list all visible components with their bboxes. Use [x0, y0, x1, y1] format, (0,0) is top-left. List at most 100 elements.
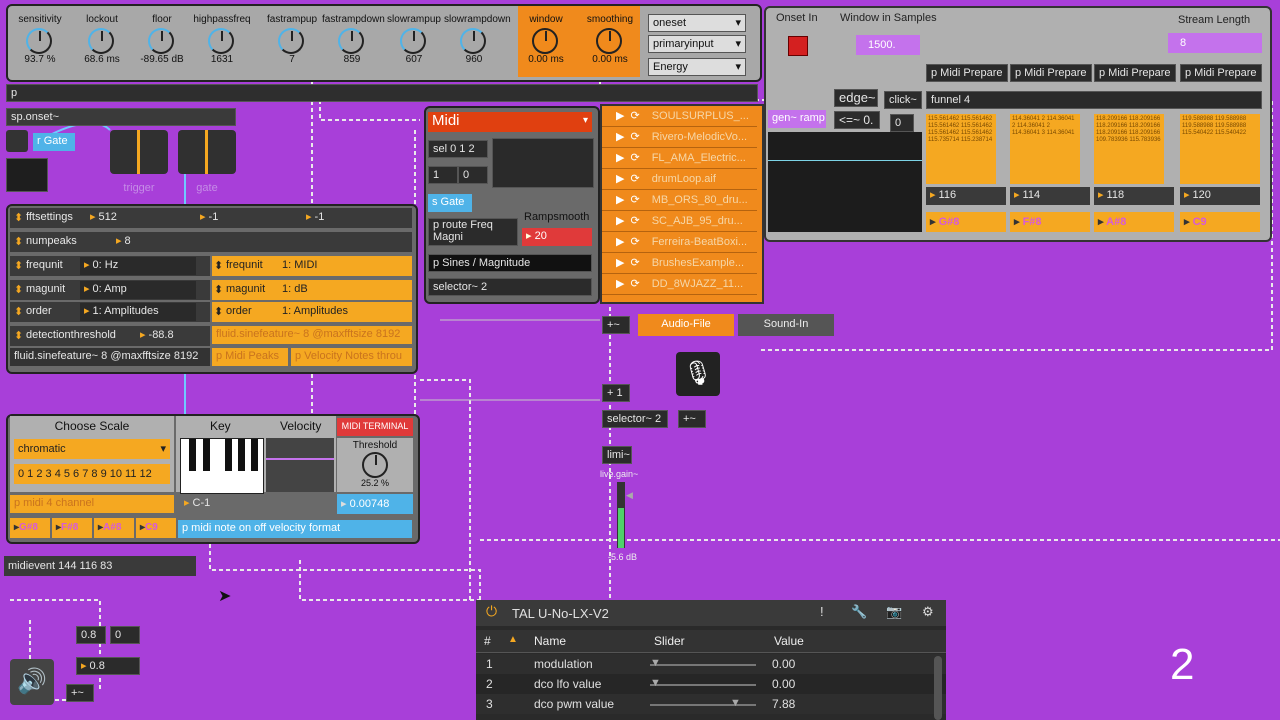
energy-menu[interactable]: Energy ▾ — [648, 58, 746, 76]
clip-row[interactable]: ▶ ⟳ BrushesExample... — [602, 253, 757, 274]
p-route-object[interactable]: p route Freq Magni — [428, 218, 518, 246]
toggle-button[interactable] — [6, 130, 28, 152]
param-dial-8[interactable] — [532, 28, 558, 54]
scale-note-2[interactable]: ▸A#8 — [94, 518, 134, 538]
p-sines-object[interactable]: p Sines / Magnitude — [428, 254, 592, 272]
midievent-message[interactable]: midievent 144 116 83 — [4, 556, 196, 576]
plus-one-object[interactable]: + 1 — [602, 384, 630, 402]
stream-length-number[interactable]: 8 — [1168, 33, 1262, 53]
param-dial-9[interactable] — [596, 28, 622, 54]
audio-file-button[interactable]: Audio-File — [638, 314, 734, 336]
rampsmooth-number[interactable]: ▸ 20 — [522, 228, 592, 246]
fluid-value2-magunit[interactable]: 1: dB — [278, 281, 408, 299]
p-midi-prepare-0[interactable]: p Midi Prepare — [926, 64, 1008, 82]
fluid-value-frequnit[interactable]: 0: Hz — [80, 257, 196, 275]
midi-number-0[interactable]: 116 — [926, 187, 1006, 205]
scale-degrees[interactable]: 0 1 2 3 4 5 6 7 8 9 10 11 12 — [14, 464, 170, 484]
scale-note-1[interactable]: ▸F#8 — [52, 518, 92, 538]
fluid-value-numpeaks[interactable]: 8 — [112, 233, 212, 251]
param-dial-1[interactable] — [88, 28, 114, 54]
s-gate-object[interactable]: s Gate — [428, 194, 472, 212]
selector-object[interactable]: selector~ 2 — [428, 278, 592, 296]
note-3[interactable]: ▸ C9 — [1180, 212, 1260, 232]
param-dial-0[interactable] — [26, 28, 52, 54]
fluid-value3-fft[interactable]: -1 — [302, 209, 402, 227]
threshold-dial[interactable] — [362, 452, 388, 478]
p-midi-prepare-3[interactable]: p Midi Prepare — [1180, 64, 1262, 82]
param-dial-4[interactable] — [278, 28, 304, 54]
midi-number-3[interactable]: 120 — [1180, 187, 1260, 205]
p-midi-note-object[interactable]: p midi note on off velocity format — [178, 520, 412, 538]
fluid-value2-order[interactable]: 1: Amplitudes — [278, 303, 408, 321]
sponset-object[interactable]: sp.onset~ — [6, 108, 236, 126]
midi-number-2[interactable]: 118 — [1094, 187, 1174, 205]
clip-row[interactable]: ▶ ⟳ FL_AMA_Electric... — [602, 148, 757, 169]
param-dial-3[interactable] — [208, 28, 234, 54]
number-zero[interactable]: 0 — [458, 166, 488, 184]
microphone-icon[interactable]: 🎙 — [676, 352, 720, 396]
settings-icon[interactable]: ⚙ — [922, 604, 934, 620]
param-dial-5[interactable] — [338, 28, 364, 54]
fluid-value-order[interactable]: 1: Amplitudes — [80, 303, 196, 321]
clip-row[interactable]: ▶ ⟳ SOULSURPLUS_... — [602, 106, 757, 127]
col-num[interactable]: # — [484, 634, 491, 648]
p-midi-prepare-1[interactable]: p Midi Prepare — [1010, 64, 1092, 82]
col-value[interactable]: Value — [774, 634, 804, 648]
sinefeature-object-a[interactable]: fluid.sinefeature~ 8 @maxfftsize 8192 — [10, 348, 210, 366]
gen-ramp-object[interactable]: gen~ ramp — [768, 110, 826, 128]
clip-row[interactable]: ▶ ⟳ DD_8WJAZZ_11... — [602, 274, 757, 295]
edge-object[interactable]: edge~ — [834, 89, 878, 107]
r-gate-object[interactable]: r Gate — [33, 133, 75, 151]
midi-number-1[interactable]: 114 — [1010, 187, 1090, 205]
fluid-value2-fft[interactable]: -1 — [196, 209, 296, 227]
note-1[interactable]: ▸ F#8 — [1010, 212, 1090, 232]
funnel-object[interactable]: funnel 4 — [926, 91, 1262, 109]
number-one[interactable]: 1 — [428, 166, 458, 184]
primaryinput-menu[interactable]: primaryinput ▾ — [648, 35, 746, 53]
plus-signal-object[interactable]: +~ — [602, 316, 630, 334]
selector-object-b[interactable]: selector~ 2 — [602, 410, 668, 428]
sinefeature-object-b[interactable]: fluid.sinefeature~ 8 @maxfftsize 8192 — [212, 326, 412, 344]
plugin-slider-track[interactable] — [650, 664, 756, 666]
camera-icon[interactable]: 📷 — [886, 604, 902, 620]
clip-row[interactable]: ▶ ⟳ SC_AJB_95_dru... — [602, 211, 757, 232]
onset-led[interactable] — [788, 36, 808, 56]
plus-signal-object-b[interactable]: +~ — [678, 410, 706, 428]
c-minus-1-number[interactable]: C-1 — [180, 495, 334, 513]
wrench-icon[interactable]: 🔧 — [851, 604, 867, 620]
param-dial-2[interactable] — [148, 28, 174, 54]
plugin-slider-knob-icon[interactable]: ▼ — [650, 657, 661, 669]
alert-icon[interactable]: ! — [820, 604, 824, 619]
plugin-slider-knob-icon[interactable]: ▼ — [650, 677, 661, 689]
sound-in-button[interactable]: Sound-In — [738, 314, 834, 336]
note-0[interactable]: ▸ G#8 — [926, 212, 1006, 232]
col-slider[interactable]: Slider — [654, 634, 685, 648]
p-velocity-object[interactable]: p Velocity Notes throu — [291, 348, 412, 366]
p-midi-peaks-object[interactable]: p Midi Peaks — [212, 348, 288, 366]
plus-signal-object-c[interactable]: +~ — [66, 684, 94, 702]
number-08-a[interactable]: 0.8 — [76, 626, 106, 644]
param-dial-6[interactable] — [400, 28, 426, 54]
oneset-menu[interactable]: oneset ▾ — [648, 14, 746, 32]
fluid-value-detectionthreshold[interactable]: -88.8 — [136, 327, 208, 345]
number-08-b[interactable]: 0.8 — [76, 657, 140, 675]
scale-note-3[interactable]: ▸C9 — [136, 518, 176, 538]
p-midi-4-channel-object[interactable]: p midi 4 channel — [10, 495, 174, 513]
note-2[interactable]: ▸ A#8 — [1094, 212, 1174, 232]
plugin-scrollbar[interactable] — [934, 656, 942, 720]
limi-object[interactable]: limi~ — [602, 446, 632, 464]
clip-row[interactable]: ▶ ⟳ drumLoop.aif — [602, 169, 757, 190]
midi-terminal-button[interactable]: MIDI TERMINAL — [337, 418, 413, 436]
clip-row[interactable]: ▶ ⟳ Rivero-MelodicVo... — [602, 127, 757, 148]
p-object[interactable]: p — [6, 84, 758, 102]
clip-row[interactable]: ▶ ⟳ Ferreira-BeatBoxi... — [602, 232, 757, 253]
param-dial-7[interactable] — [460, 28, 486, 54]
sel-012-object[interactable]: sel 0 1 2 — [428, 140, 488, 158]
zero-number[interactable]: 0 — [890, 114, 914, 132]
scale-note-0[interactable]: ▸G#8 — [10, 518, 50, 538]
scale-menu[interactable]: chromatic ▾ — [14, 439, 170, 459]
p-midi-prepare-2[interactable]: p Midi Prepare — [1094, 64, 1176, 82]
speaker-icon[interactable]: 🔊 — [10, 659, 54, 705]
window-samples-number[interactable]: 1500. — [856, 35, 920, 55]
fluid-value-fftsettings[interactable]: 512 — [86, 209, 196, 227]
